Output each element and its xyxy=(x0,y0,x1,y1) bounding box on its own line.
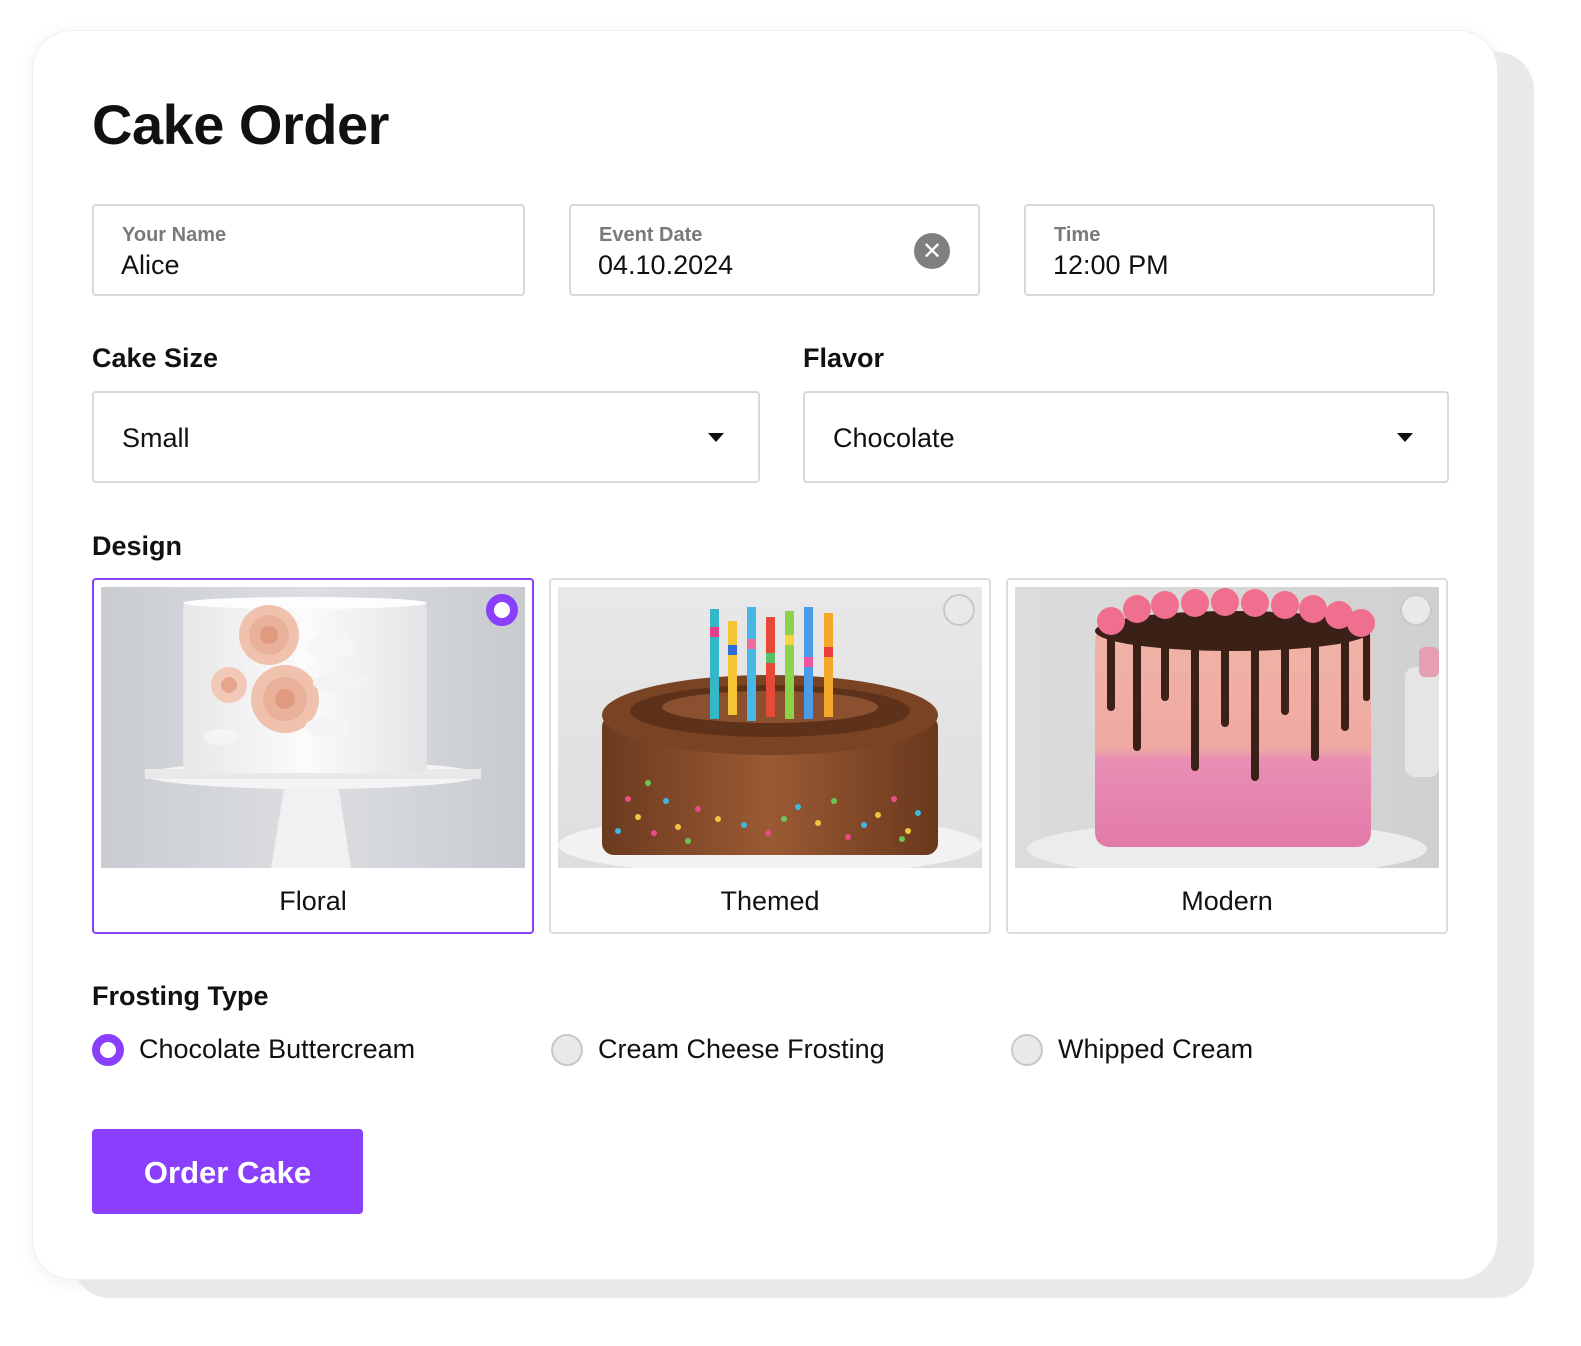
design-floral-radio[interactable] xyxy=(486,594,518,626)
cake-size-label: Cake Size xyxy=(92,343,219,373)
event-date-field[interactable]: Event Date 04.10.2024 ✕ xyxy=(569,204,980,296)
caret-down-icon xyxy=(1397,433,1413,442)
design-option-label: Floral xyxy=(279,886,347,916)
frosting-radio[interactable] xyxy=(551,1034,583,1066)
frosting-option-label: Whipped Cream xyxy=(1058,1034,1254,1064)
cake-size-value: Small xyxy=(122,423,190,453)
design-option-themed[interactable]: Themed xyxy=(549,578,991,934)
clear-date-icon[interactable]: ✕ xyxy=(914,233,950,269)
event-date-value[interactable]: 04.10.2024 xyxy=(598,250,733,281)
name-field[interactable]: Your Name Alice xyxy=(92,204,525,296)
flavor-label: Flavor xyxy=(803,343,885,373)
modern-cake-image xyxy=(1015,587,1439,868)
time-field[interactable]: Time 12:00 PM xyxy=(1024,204,1435,296)
time-field-label: Time xyxy=(1054,224,1101,246)
design-option-label: Themed xyxy=(720,886,820,916)
frosting-radio[interactable] xyxy=(1011,1034,1043,1066)
order-cake-button[interactable]: Order Cake xyxy=(92,1129,363,1214)
design-option-modern[interactable]: Modern xyxy=(1006,578,1448,934)
frosting-radio[interactable] xyxy=(92,1034,124,1066)
design-themed-radio[interactable] xyxy=(943,594,975,626)
design-label: Design xyxy=(92,531,183,561)
flavor-select[interactable]: Chocolate xyxy=(803,391,1449,483)
floral-cake-image xyxy=(101,587,525,868)
caret-down-icon xyxy=(708,433,724,442)
event-date-label: Event Date xyxy=(599,224,703,246)
name-field-label: Your Name xyxy=(122,224,227,246)
page-title: Cake Order xyxy=(92,93,389,156)
design-option-label: Modern xyxy=(1181,886,1273,916)
name-field-value[interactable]: Alice xyxy=(121,250,180,281)
time-field-value[interactable]: 12:00 PM xyxy=(1053,250,1169,281)
design-modern-radio[interactable] xyxy=(1400,594,1432,626)
design-option-floral[interactable]: Floral xyxy=(92,578,534,934)
frosting-option-label: Cream Cheese Frosting xyxy=(598,1034,885,1064)
frosting-type-label: Frosting Type xyxy=(92,981,269,1011)
cake-size-select[interactable]: Small xyxy=(92,391,760,483)
themed-cake-image xyxy=(558,587,982,868)
frosting-option-label: Chocolate Buttercream xyxy=(139,1034,416,1064)
flavor-value: Chocolate xyxy=(833,423,955,453)
